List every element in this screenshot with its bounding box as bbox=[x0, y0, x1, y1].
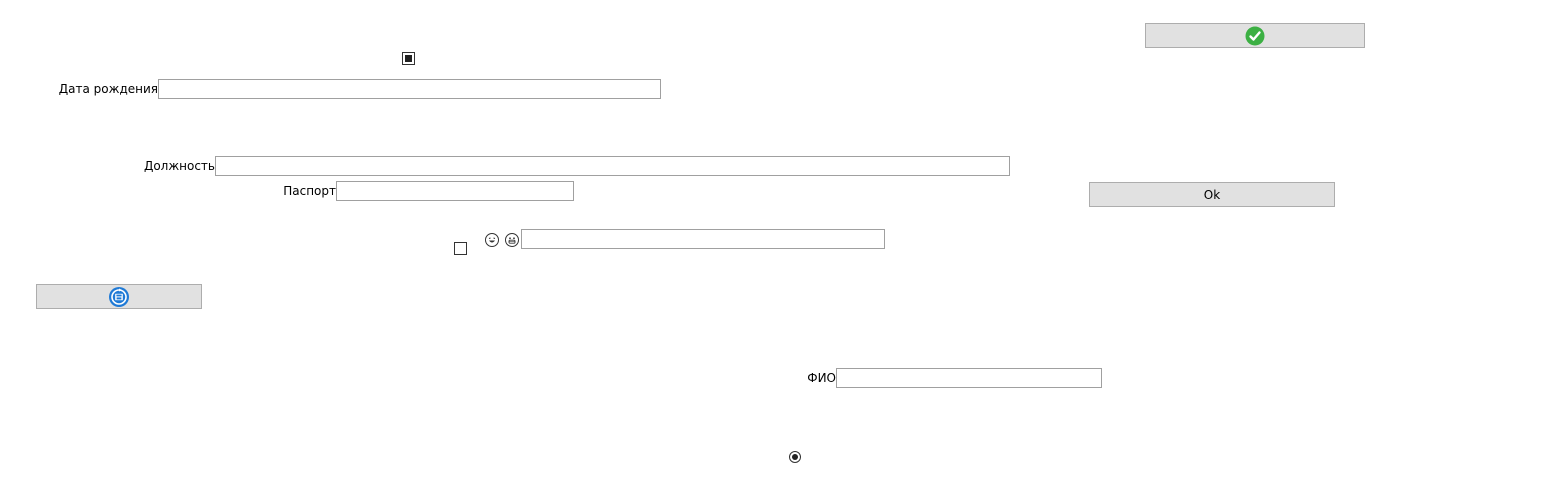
position-field[interactable] bbox=[215, 156, 1010, 176]
birth-date-field[interactable] bbox=[158, 79, 661, 99]
laughing-face-icon bbox=[485, 233, 499, 247]
grinning-face-icon bbox=[505, 233, 519, 247]
full-name-field[interactable] bbox=[836, 368, 1102, 388]
refresh-button[interactable] bbox=[36, 284, 202, 309]
birth-date-label: Дата рождения bbox=[58, 82, 158, 96]
radio-button[interactable] bbox=[789, 451, 801, 463]
emoji-field[interactable] bbox=[521, 229, 885, 249]
refresh-save-icon bbox=[108, 286, 130, 308]
ok-button[interactable]: Ok bbox=[1089, 182, 1335, 207]
position-label: Должность bbox=[143, 159, 215, 173]
confirm-button[interactable] bbox=[1145, 23, 1365, 48]
indeterminate-checkbox[interactable] bbox=[402, 52, 415, 65]
full-name-label: ФИО bbox=[807, 371, 836, 385]
passport-field[interactable] bbox=[336, 181, 574, 201]
ok-button-label: Ok bbox=[1203, 187, 1221, 202]
checkbox[interactable] bbox=[454, 242, 467, 255]
passport-label: Паспорт bbox=[283, 184, 336, 198]
check-circle-icon bbox=[1245, 26, 1265, 46]
